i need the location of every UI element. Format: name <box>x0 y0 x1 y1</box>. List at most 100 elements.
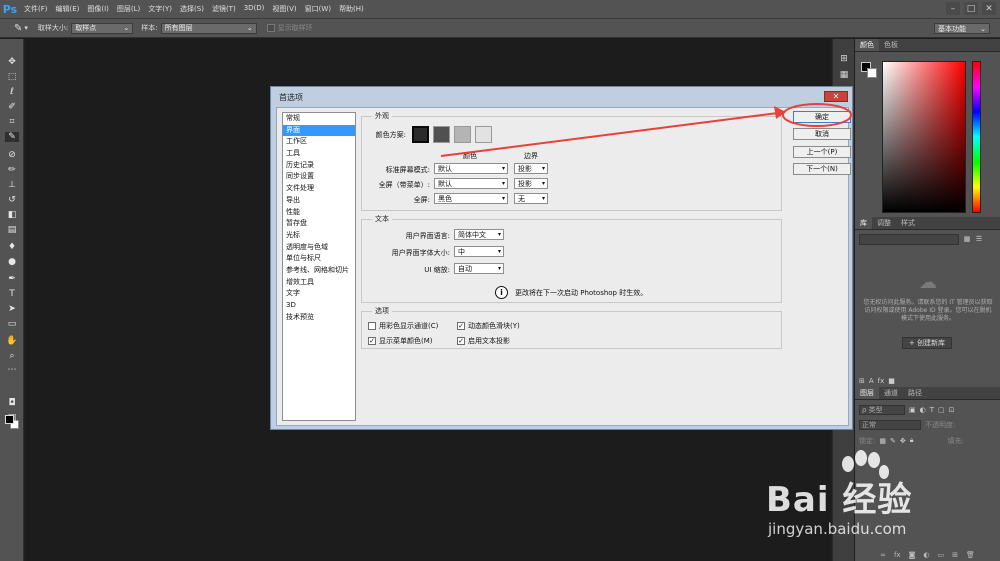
close-icon[interactable]: ✕ <box>824 91 848 102</box>
workspace-select[interactable]: 基本功能 ⌄ <box>934 23 990 34</box>
category-interface[interactable]: 界面 <box>283 124 355 137</box>
category-tech-preview[interactable]: 技术预览 <box>283 312 355 324</box>
dynamic-sliders-checkbox[interactable]: ✓ <box>457 322 465 330</box>
menu-view[interactable]: 视图(V) <box>268 4 300 14</box>
menu-colors-checkbox[interactable]: ✓ <box>368 337 376 345</box>
tab-color[interactable]: 颜色 <box>855 39 879 51</box>
ui-language-select[interactable]: 简体中文 ▾ <box>454 229 504 240</box>
filter-adjust-icon[interactable]: ◐ <box>920 406 926 414</box>
fullscreen-border-select[interactable]: 无 ▾ <box>514 193 548 204</box>
eyedropper-icon[interactable]: ✎ <box>5 132 19 142</box>
healing-brush-icon[interactable]: ⊘ <box>5 150 19 160</box>
blur-icon[interactable]: ♦ <box>5 242 19 252</box>
standard-screen-color-select[interactable]: 默认 ▾ <box>434 163 508 174</box>
link-layers-icon[interactable]: ∞ <box>880 551 886 559</box>
standard-screen-border-select[interactable]: 投影 ▾ <box>514 163 548 174</box>
zoom-icon[interactable]: ⌕ <box>5 351 19 361</box>
adjustment-layer-icon[interactable]: ◐ <box>923 551 929 559</box>
lock-transparent-icon[interactable]: ▦ <box>879 437 886 445</box>
history-brush-icon[interactable]: ↺ <box>5 195 19 205</box>
next-button[interactable]: 下一个(N) <box>793 163 851 175</box>
quick-mask-icon[interactable]: ◘ <box>5 398 19 408</box>
category-guides-grid[interactable]: 参考线、网格和切片 <box>283 265 355 277</box>
path-select-icon[interactable]: ➤ <box>5 304 19 314</box>
add-graphic-icon[interactable]: ⊞ <box>859 377 865 385</box>
text-shadow-checkbox[interactable]: ✓ <box>457 337 465 345</box>
sample-select[interactable]: 所有图层 ⌄ <box>160 22 257 34</box>
new-group-icon[interactable]: ▭ <box>937 551 944 559</box>
type-icon[interactable]: T <box>5 289 19 299</box>
category-cursors[interactable]: 光标 <box>283 230 355 242</box>
ui-font-size-select[interactable]: 中 ▾ <box>454 246 504 257</box>
scheme-swatch-medium[interactable] <box>454 126 471 143</box>
hue-slider[interactable] <box>972 61 981 213</box>
hand-icon[interactable]: ✋ <box>5 336 19 346</box>
blend-mode-select[interactable]: 正常 <box>859 419 921 430</box>
crop-icon[interactable]: ⌗ <box>5 117 19 127</box>
show-ring-checkbox[interactable] <box>266 24 275 32</box>
grid-view-icon[interactable]: ▦ <box>963 234 971 243</box>
menu-type[interactable]: 文字(Y) <box>144 4 176 14</box>
scheme-swatch-light[interactable] <box>475 126 492 143</box>
menu-layer[interactable]: 图层(L) <box>113 4 144 14</box>
category-3d[interactable]: 3D <box>283 300 355 312</box>
category-plugins[interactable]: 增效工具 <box>283 277 355 289</box>
menu-edit[interactable]: 编辑(E) <box>52 4 84 14</box>
tab-swatches[interactable]: 色板 <box>879 39 903 51</box>
new-layer-icon[interactable]: ⊞ <box>952 551 958 559</box>
category-workspace[interactable]: 工作区 <box>283 136 355 148</box>
category-tools[interactable]: 工具 <box>283 148 355 160</box>
layer-kind-filter[interactable]: ρ 类型 <box>859 404 905 415</box>
foreground-color-swatch[interactable] <box>5 415 14 424</box>
pen-icon[interactable]: ✒ <box>5 274 19 284</box>
brush-icon[interactable]: ✏ <box>5 165 19 175</box>
library-select[interactable] <box>859 234 959 245</box>
create-library-button[interactable]: + 创建新库 <box>902 337 952 349</box>
marquee-icon[interactable]: ⬚ <box>5 72 19 82</box>
fullscreen-menu-color-select[interactable]: 默认 ▾ <box>434 178 508 189</box>
fullscreen-menu-border-select[interactable]: 投影 ▾ <box>514 178 548 189</box>
menu-help[interactable]: 帮助(H) <box>335 4 368 14</box>
cancel-button[interactable]: 取消 <box>793 128 851 140</box>
category-export[interactable]: 导出 <box>283 195 355 207</box>
minimize-button[interactable]: – <box>946 2 960 15</box>
menu-file[interactable]: 文件(F) <box>20 4 52 14</box>
color-channels-checkbox[interactable] <box>368 322 376 330</box>
sample-size-select[interactable]: 取样点 ⌄ <box>71 22 134 34</box>
dodge-icon[interactable]: ● <box>5 257 19 267</box>
lock-pixels-icon[interactable]: ✎ <box>890 437 896 445</box>
scheme-swatch-dark[interactable] <box>433 126 450 143</box>
layer-mask-icon[interactable]: ◙ <box>909 551 916 559</box>
filter-pixel-icon[interactable]: ▣ <box>909 406 916 414</box>
menu-filter[interactable]: 滤镜(T) <box>208 4 240 14</box>
lock-all-icon[interactable]: 🔒︎ <box>910 436 914 445</box>
add-color-icon[interactable]: ■ <box>888 377 895 385</box>
category-history[interactable]: 历史记录 <box>283 160 355 172</box>
fullscreen-color-select[interactable]: 黑色 ▾ <box>434 193 508 204</box>
lasso-icon[interactable]: ℓ <box>5 87 19 97</box>
color-channels-option[interactable]: 用彩色显示通道(C) <box>368 321 438 331</box>
color-background-swatch[interactable] <box>867 68 877 78</box>
category-file-handling[interactable]: 文件处理 <box>283 183 355 195</box>
more-tools-icon[interactable]: ⋯ <box>5 365 19 375</box>
add-layer-style-icon[interactable]: fx <box>878 377 885 385</box>
tool-preset-chevron-icon[interactable]: ▾ <box>24 24 28 32</box>
eraser-icon[interactable]: ◧ <box>5 210 19 220</box>
category-sync[interactable]: 同步设置 <box>283 171 355 183</box>
filter-shape-icon[interactable]: ▢ <box>938 406 945 414</box>
filter-smart-icon[interactable]: ⊡ <box>949 406 955 414</box>
menu-3d[interactable]: 3D(D) <box>240 4 269 14</box>
filter-type-icon[interactable]: T <box>930 406 934 414</box>
menu-colors-option[interactable]: ✓ 显示菜单颜色(M) <box>368 336 433 346</box>
category-type[interactable]: 文字 <box>283 288 355 300</box>
history-panel-icon[interactable]: ⊞ <box>837 53 851 65</box>
clone-stamp-icon[interactable]: ⊥ <box>5 180 19 190</box>
dynamic-sliders-option[interactable]: ✓ 动态颜色滑块(Y) <box>457 321 520 331</box>
maximize-button[interactable]: □ <box>964 2 978 15</box>
ui-scale-select[interactable]: 自动 ▾ <box>454 263 504 274</box>
category-scratch-disks[interactable]: 暂存盘 <box>283 218 355 230</box>
add-character-style-icon[interactable]: A <box>869 377 874 385</box>
lock-position-icon[interactable]: ✥ <box>900 437 906 445</box>
menu-window[interactable]: 窗口(W) <box>301 4 335 14</box>
delete-layer-icon[interactable]: 🗑︎ <box>966 551 975 559</box>
